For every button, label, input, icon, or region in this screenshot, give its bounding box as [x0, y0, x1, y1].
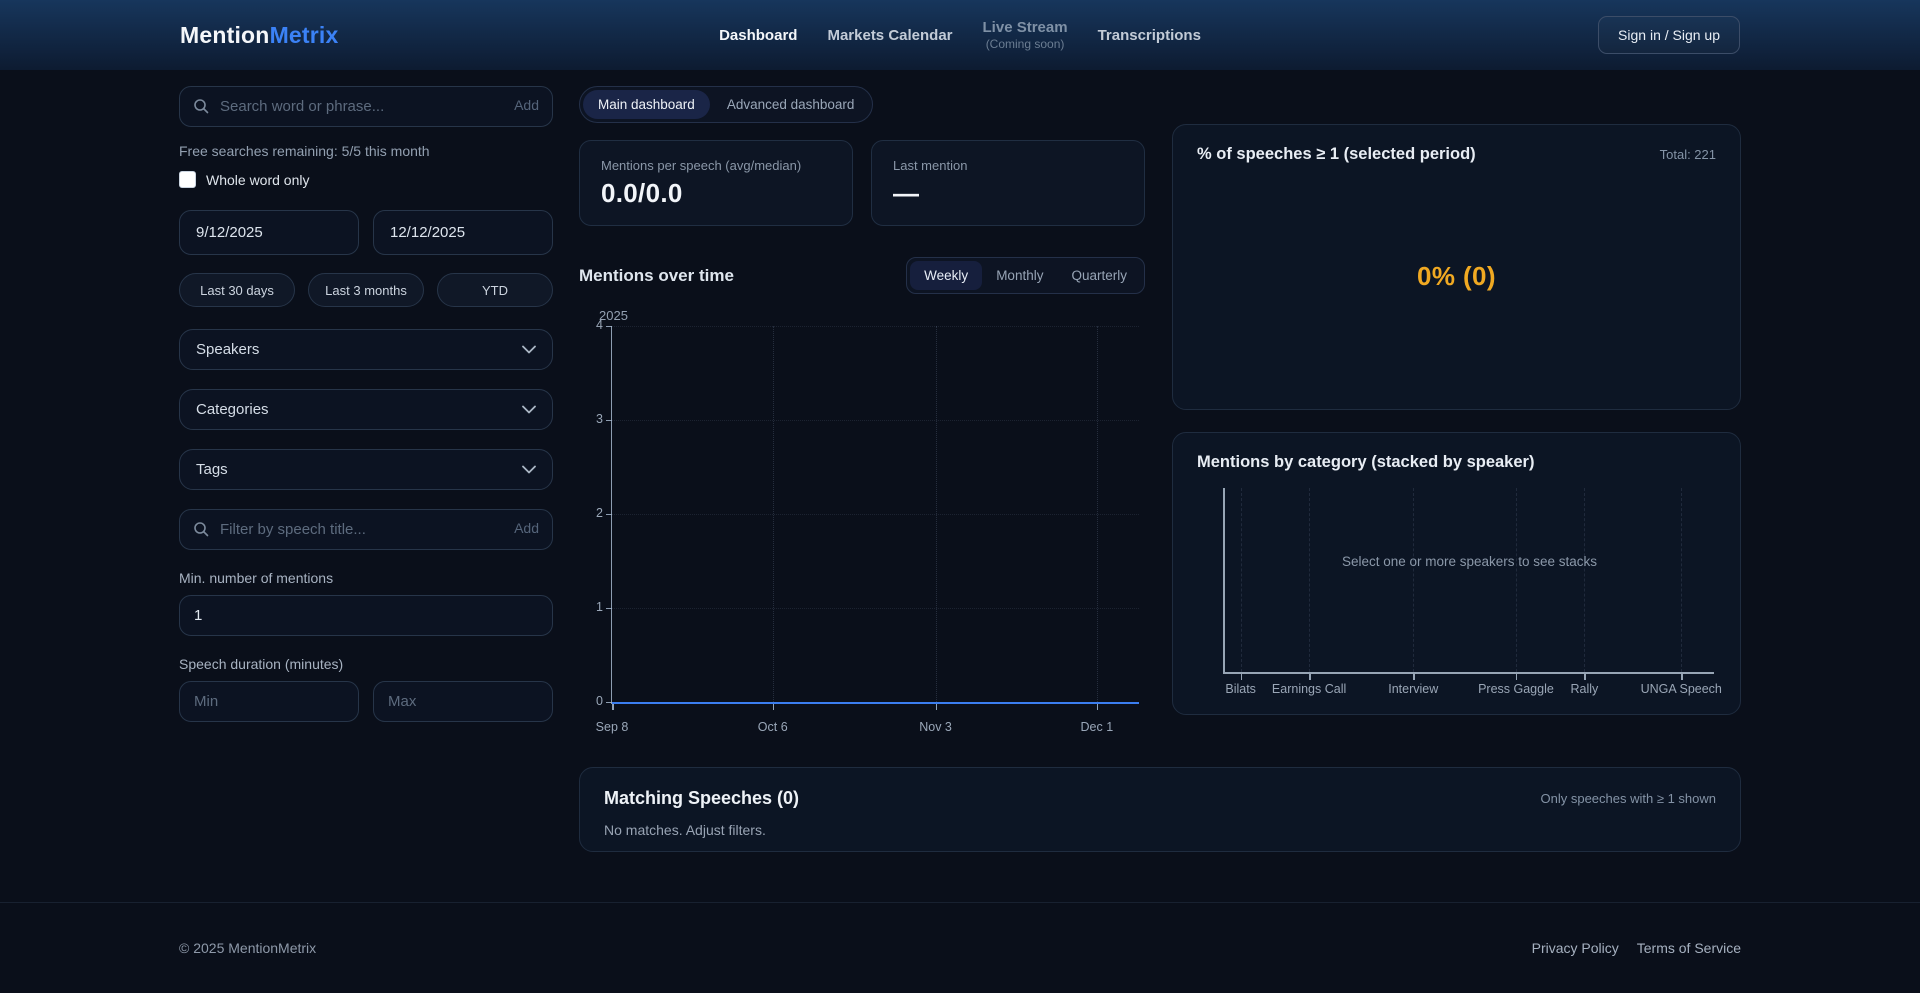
category-chart: Select one or more speakers to see stack…: [1197, 488, 1716, 700]
category-tick-label: Earnings Call: [1272, 682, 1346, 696]
x-tick-label: Oct 6: [758, 720, 788, 734]
granularity-toggle: Weekly Monthly Quarterly: [906, 257, 1145, 294]
y-tick-label: 2: [579, 506, 603, 520]
toggle-monthly[interactable]: Monthly: [982, 261, 1057, 290]
speech-duration-label: Speech duration (minutes): [179, 656, 553, 672]
pct-value: 0% (0): [1417, 261, 1496, 292]
search-add-button[interactable]: Add: [514, 97, 539, 113]
chevron-down-icon: [522, 401, 536, 418]
matching-speeches-panel: Matching Speeches (0) Only speeches with…: [579, 767, 1741, 852]
category-empty-message: Select one or more speakers to see stack…: [1225, 554, 1714, 569]
min-mentions-input[interactable]: [179, 595, 553, 636]
tab-advanced-dashboard[interactable]: Advanced dashboard: [712, 90, 870, 119]
mentions-over-time-chart: 2025 4 3 2 1 0: [579, 308, 1145, 740]
title-filter-add-button[interactable]: Add: [514, 520, 539, 536]
x-tick-label: Sep 8: [596, 720, 629, 734]
speakers-dropdown-label: Speakers: [196, 341, 259, 358]
matching-speeches-title: Matching Speeches (0): [604, 788, 799, 809]
chart-plot-area: Sep 8 Oct 6 Nov 3 Dec 1: [611, 326, 1139, 704]
mentions-per-speech-card: Mentions per speech (avg/median) 0.0/0.0: [579, 140, 853, 226]
matching-speeches-note: Only speeches with ≥ 1 shown: [1541, 791, 1717, 806]
stat-label: Last mention: [893, 158, 1123, 173]
whole-word-label: Whole word only: [206, 172, 310, 188]
range-last-3-months-button[interactable]: Last 3 months: [308, 273, 424, 307]
duration-max-input[interactable]: [373, 681, 553, 722]
category-tick-label: Interview: [1388, 682, 1438, 696]
duration-min-input[interactable]: [179, 681, 359, 722]
search-icon: [193, 521, 209, 542]
toggle-weekly[interactable]: Weekly: [910, 261, 982, 290]
search-input[interactable]: [179, 86, 553, 127]
pct-panel-title: % of speeches ≥ 1 (selected period): [1197, 145, 1476, 164]
date-to-input[interactable]: [373, 210, 553, 255]
x-tick-label: Dec 1: [1081, 720, 1114, 734]
categories-dropdown[interactable]: Categories: [179, 389, 553, 430]
min-mentions-label: Min. number of mentions: [179, 570, 553, 586]
stat-value: —: [893, 178, 1123, 209]
stat-value: 0.0/0.0: [601, 178, 831, 209]
nav-live-stream-sublabel: (Coming soon): [983, 37, 1068, 51]
chevron-down-icon: [522, 341, 536, 358]
y-tick-label: 4: [579, 318, 603, 332]
tags-dropdown[interactable]: Tags: [179, 449, 553, 490]
categories-dropdown-label: Categories: [196, 401, 269, 418]
y-tick-label: 0: [579, 694, 603, 708]
whole-word-checkbox-row[interactable]: Whole word only: [179, 171, 553, 188]
logo-part-2: Metrix: [270, 22, 339, 48]
footer: © 2025 MentionMetrix Privacy Policy Term…: [0, 902, 1920, 993]
nav-markets-calendar[interactable]: Markets Calendar: [827, 27, 952, 44]
speech-title-filter-input[interactable]: [179, 509, 553, 550]
nav-transcriptions[interactable]: Transcriptions: [1098, 27, 1201, 44]
y-tick-label: 1: [579, 600, 603, 614]
mentions-line-series: [612, 702, 1139, 704]
search-icon: [193, 98, 209, 119]
speakers-dropdown[interactable]: Speakers: [179, 329, 553, 370]
chevron-down-icon: [522, 461, 536, 478]
stat-label: Mentions per speech (avg/median): [601, 158, 831, 173]
pct-panel-total: Total: 221: [1660, 147, 1716, 162]
whole-word-checkbox[interactable]: [179, 171, 196, 188]
category-plot-area: Select one or more speakers to see stack…: [1223, 488, 1714, 674]
nav-live-stream: Live Stream (Coming soon): [983, 19, 1068, 51]
signin-button[interactable]: Sign in / Sign up: [1598, 16, 1740, 54]
logo-part-1: Mention: [180, 22, 270, 48]
mentions-by-category-panel: Mentions by category (stacked by speaker…: [1172, 432, 1741, 715]
y-tick-label: 3: [579, 412, 603, 426]
terms-of-service-link[interactable]: Terms of Service: [1637, 940, 1741, 956]
privacy-policy-link[interactable]: Privacy Policy: [1532, 940, 1619, 956]
dashboard-tabs: Main dashboard Advanced dashboard: [579, 86, 873, 123]
category-tick-label: Bilats: [1225, 682, 1256, 696]
x-tick-label: Nov 3: [919, 720, 952, 734]
toggle-quarterly[interactable]: Quarterly: [1057, 261, 1141, 290]
top-nav-bar: MentionMetrix Dashboard Markets Calendar…: [0, 0, 1920, 70]
chart-year-label: 2025: [599, 308, 628, 323]
category-tick-label: Press Gaggle: [1478, 682, 1554, 696]
category-tick-label: UNGA Speech: [1641, 682, 1722, 696]
matching-speeches-empty: No matches. Adjust filters.: [604, 822, 1716, 838]
category-tick-label: Rally: [1571, 682, 1599, 696]
date-from-input[interactable]: [179, 210, 359, 255]
tab-main-dashboard[interactable]: Main dashboard: [583, 90, 710, 119]
nav-live-stream-label: Live Stream: [983, 19, 1068, 36]
range-last-30-days-button[interactable]: Last 30 days: [179, 273, 295, 307]
pct-speeches-panel: % of speeches ≥ 1 (selected period) Tota…: [1172, 124, 1741, 410]
free-searches-text: Free searches remaining: 5/5 this month: [179, 143, 553, 159]
app-logo[interactable]: MentionMetrix: [180, 22, 719, 49]
main-nav: Dashboard Markets Calendar Live Stream (…: [719, 19, 1201, 51]
nav-dashboard[interactable]: Dashboard: [719, 27, 797, 44]
tags-dropdown-label: Tags: [196, 461, 228, 478]
range-ytd-button[interactable]: YTD: [437, 273, 553, 307]
copyright-text: © 2025 MentionMetrix: [179, 940, 316, 956]
last-mention-card: Last mention —: [871, 140, 1145, 226]
mentions-over-time-title: Mentions over time: [579, 266, 734, 286]
filters-sidebar: Add Free searches remaining: 5/5 this mo…: [179, 86, 553, 902]
category-panel-title: Mentions by category (stacked by speaker…: [1197, 453, 1716, 472]
